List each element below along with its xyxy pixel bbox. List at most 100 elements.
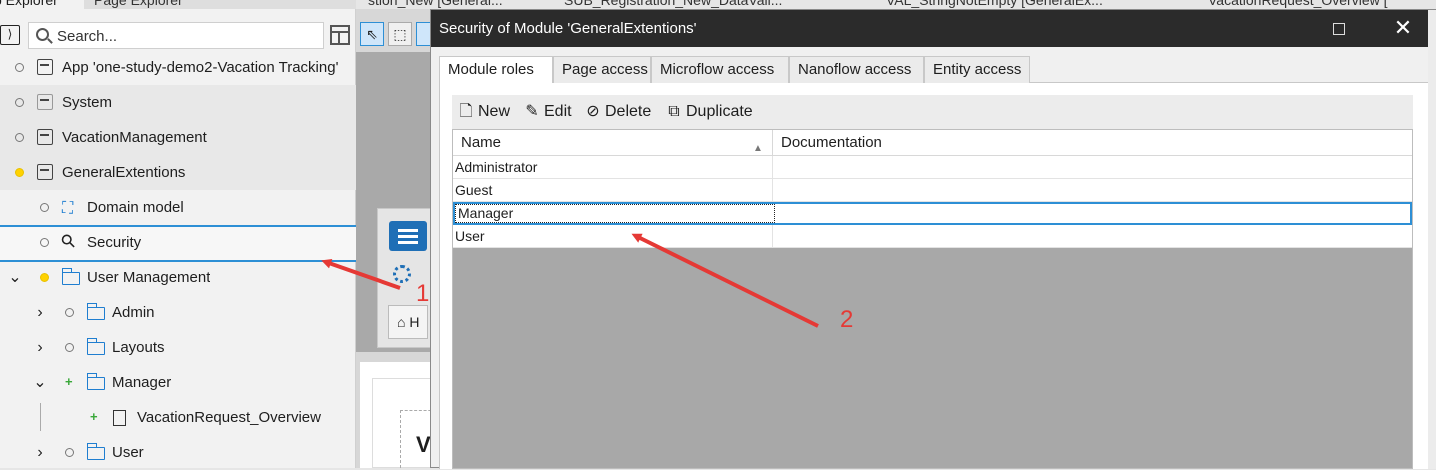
tree-item-vacationmanagement[interactable]: VacationManagement — [0, 120, 356, 155]
dialog-title-bar[interactable]: Security of Module 'GeneralExtentions' ✕ — [431, 10, 1428, 47]
table-row[interactable]: User — [453, 225, 1412, 248]
grid-header: Name ▲ Documentation — [453, 130, 1412, 156]
tree-item-generalextentions[interactable]: GeneralExtentions — [0, 155, 356, 190]
added-plus-icon: + — [65, 374, 73, 389]
duplicate-icon: ⧉ — [668, 103, 680, 120]
tree-label: VacationManagement — [62, 129, 207, 146]
tree-item-layouts[interactable]: › Layouts — [0, 330, 356, 365]
annotation-label-2: 2 — [840, 306, 854, 333]
edit-button[interactable]: ✎ Edit — [524, 95, 571, 129]
chevron-right-icon[interactable]: › — [33, 330, 47, 365]
document-tab-strip: stion_New [General... SUB_Registration_N… — [356, 0, 1436, 9]
module-security-dialog: Security of Module 'GeneralExtentions' ✕… — [430, 9, 1436, 469]
tree-item-system[interactable]: System — [0, 85, 356, 120]
column-header-documentation[interactable]: Documentation — [773, 130, 1412, 156]
column-header-name[interactable]: Name ▲ — [453, 130, 773, 156]
module-roles-panel: 🗋 New ✎ Edit ⊘ Delete ⧉ Duplicate Name ▲ Doc… — [439, 83, 1428, 469]
delete-icon: ⊘ — [586, 103, 600, 120]
tree-label: GeneralExtentions — [62, 164, 186, 181]
tree-item-user[interactable]: › User — [0, 435, 356, 470]
tree-label: Manager — [112, 374, 172, 391]
tree-item-domain-model[interactable]: Domain model — [0, 190, 356, 226]
editor-toolbar: ⇖ ⬚ — [356, 20, 436, 48]
tab-microflow-access[interactable]: Microflow access — [651, 56, 789, 83]
security-key-icon — [62, 234, 80, 250]
tab-nanoflow-access[interactable]: Nanoflow access — [789, 56, 924, 83]
tab-page-access[interactable]: Page access — [553, 56, 651, 83]
module-icon — [37, 94, 53, 110]
status-dot — [40, 273, 49, 282]
chevron-right-icon[interactable]: › — [33, 295, 47, 330]
cell-documentation — [773, 156, 1412, 178]
cell-documentation — [773, 179, 1412, 201]
tree-label: Security — [87, 234, 142, 251]
new-button-label: New — [478, 103, 511, 120]
app-explorer-panel: p Explorer Page Explorer ⟩ App 'one-stud… — [0, 0, 356, 468]
module-icon — [37, 164, 53, 180]
annotation-label-1: 1 — [416, 280, 430, 307]
cell-documentation — [775, 204, 1414, 226]
folder-icon — [86, 303, 105, 320]
tree-label: Admin — [112, 304, 155, 321]
tree-item-user-management[interactable]: ⌄ User Management — [0, 260, 356, 295]
collapse-all-icon[interactable]: ⟩ — [0, 25, 20, 45]
search-icon — [36, 28, 49, 41]
layout-toggle-icon[interactable] — [330, 25, 350, 45]
folder-icon — [61, 268, 80, 285]
dialog-edge — [1428, 10, 1436, 469]
doc-tab-sub-registration[interactable]: SUB_Registration_New_DataVali... — [564, 0, 782, 9]
tree-label: App 'one-study-demo2-Vacation Tracking' — [62, 59, 339, 76]
table-row[interactable]: Guest — [453, 179, 1412, 202]
module-icon — [37, 129, 53, 145]
doc-tab-val-stringnotempty[interactable]: VAL_StringNotEmpty [GeneralEx... — [886, 0, 1103, 9]
module-roles-grid: Name ▲ Documentation Administrator Guest… — [452, 129, 1413, 469]
tab-entity-access[interactable]: Entity access — [924, 56, 1030, 83]
tree-item-vacationrequest-overview[interactable]: + VacationRequest_Overview — [0, 400, 356, 435]
app-cube-icon — [37, 59, 53, 75]
tree-label: System — [62, 94, 113, 111]
tree-label: User — [112, 444, 144, 461]
status-dot — [40, 203, 49, 212]
cell-name: Administrator — [453, 156, 773, 178]
tab-module-roles[interactable]: Module roles — [439, 56, 553, 84]
delete-button[interactable]: ⊘ Delete — [585, 95, 651, 129]
cell-documentation — [773, 225, 1412, 247]
search-input[interactable] — [57, 26, 317, 46]
tab-app-explorer[interactable]: p Explorer — [0, 0, 84, 9]
duplicate-button-label: Duplicate — [686, 103, 753, 120]
status-dot — [15, 133, 24, 142]
chevron-down-icon[interactable]: ⌄ — [33, 365, 47, 400]
search-box — [28, 22, 324, 49]
page-icon — [113, 410, 126, 426]
new-document-icon: 🗋 — [459, 103, 473, 120]
status-dot — [65, 448, 74, 457]
home-button-label: H — [409, 314, 420, 330]
doc-tab-vacationrequest-overview[interactable]: VacationRequest_Overview [ — [1208, 0, 1388, 9]
tree-item-app[interactable]: App 'one-study-demo2-Vacation Tracking' — [0, 50, 356, 85]
close-icon[interactable]: ✕ — [1391, 15, 1415, 41]
new-button[interactable]: 🗋 New — [458, 95, 510, 129]
select-pointer-icon[interactable]: ⇖ — [360, 22, 384, 46]
duplicate-button[interactable]: ⧉ Duplicate — [666, 95, 753, 129]
table-row[interactable]: Administrator — [453, 156, 1412, 179]
tree-item-manager[interactable]: ⌄ + Manager — [0, 365, 356, 400]
roles-toolbar: 🗋 New ✎ Edit ⊘ Delete ⧉ Duplicate — [452, 95, 1413, 129]
tree-item-security[interactable]: Security — [0, 225, 356, 262]
chevron-right-icon[interactable]: › — [33, 435, 47, 470]
tab-page-explorer[interactable]: Page Explorer — [86, 0, 206, 9]
tree-label: User Management — [87, 269, 211, 286]
cell-name: Manager — [455, 204, 775, 223]
column-header-name-label: Name — [461, 134, 502, 151]
maximize-icon[interactable] — [1333, 23, 1345, 35]
table-row-selected[interactable]: Manager — [453, 202, 1412, 225]
delete-button-label: Delete — [605, 103, 652, 120]
status-dot — [15, 63, 24, 72]
selection-box-icon[interactable]: ⬚ — [388, 22, 412, 46]
doc-tab-microflow[interactable]: stion_New [General... — [368, 0, 503, 9]
tree-label: Layouts — [112, 339, 165, 356]
chevron-down-icon[interactable]: ⌄ — [8, 260, 22, 295]
hamburger-menu-icon — [389, 221, 427, 251]
pencil-icon: ✎ — [525, 103, 539, 120]
cell-name: User — [453, 225, 773, 247]
tree-item-admin[interactable]: › Admin — [0, 295, 356, 330]
